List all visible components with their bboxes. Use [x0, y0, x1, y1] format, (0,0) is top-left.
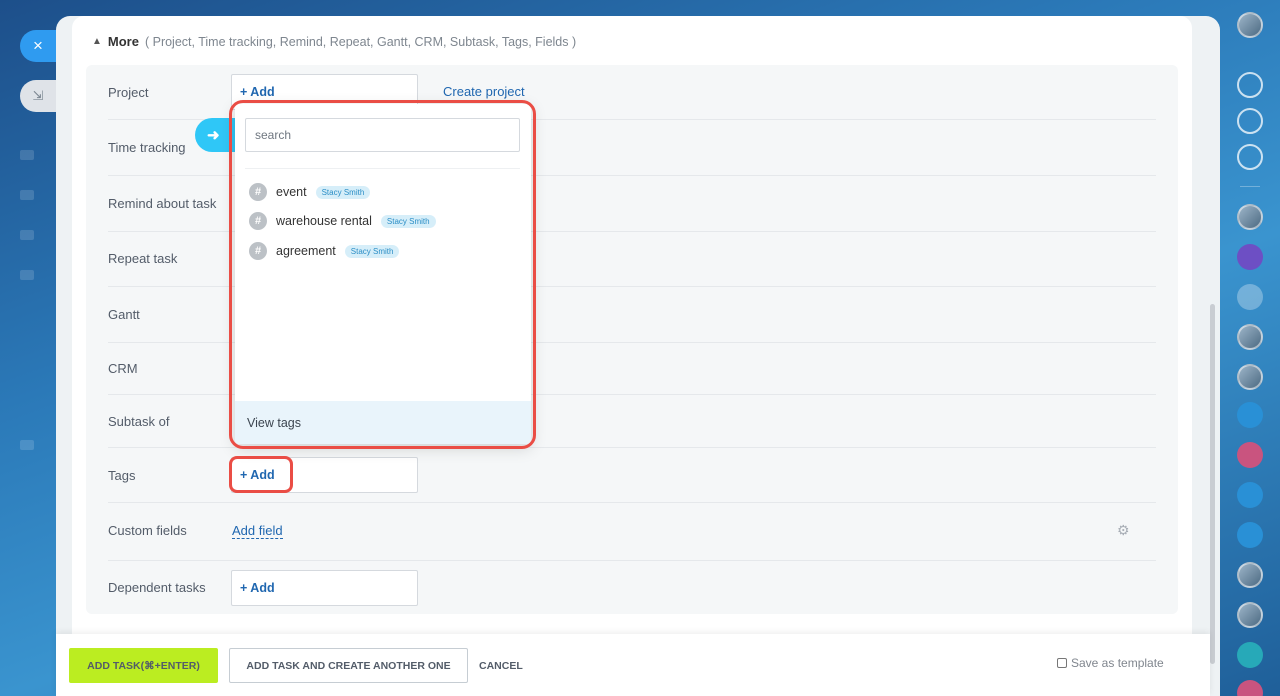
custom-fields-label: Custom fields [108, 523, 187, 538]
save-template-checkbox[interactable] [1057, 658, 1067, 668]
create-project-link[interactable]: Create project [443, 84, 525, 99]
contact-avatar[interactable] [1237, 324, 1263, 350]
right-rail [1220, 0, 1280, 696]
add-tag-highlight [229, 456, 293, 493]
add-and-create-another-button[interactable]: ADD TASK AND CREATE ANOTHER ONE [229, 648, 468, 683]
contact-avatar[interactable] [1237, 204, 1263, 230]
minimize-icon: ⇲ [32, 88, 44, 103]
close-button[interactable]: × [20, 30, 56, 62]
more-subtitle: ( Project, Time tracking, Remind, Repeat… [144, 34, 577, 49]
cancel-button[interactable]: CANCEL [479, 648, 523, 683]
contact-avatar[interactable] [1237, 562, 1263, 588]
rail-icon [20, 440, 34, 450]
bookmark-icon[interactable] [1237, 522, 1263, 548]
divider [108, 560, 1156, 561]
add-task-button[interactable]: ADD TASK(⌘+ENTER) [69, 648, 218, 683]
chat-icon[interactable] [1237, 642, 1263, 668]
group-icon[interactable] [1237, 442, 1263, 468]
contact-avatar[interactable] [1237, 602, 1263, 628]
task-icon[interactable] [1237, 284, 1263, 310]
minimize-button[interactable]: ⇲ [20, 80, 56, 112]
remind-label: Remind about task [108, 196, 217, 211]
time-tracking-label: Time tracking [108, 140, 186, 155]
group-icon[interactable] [1237, 680, 1263, 696]
target-icon[interactable] [1237, 108, 1263, 134]
mail-icon[interactable] [1237, 402, 1263, 428]
contact-avatar[interactable] [1237, 364, 1263, 390]
left-rail: × ⇲ [0, 0, 56, 696]
rail-icon [20, 190, 34, 200]
group-icon[interactable] [1237, 482, 1263, 508]
chat-icon[interactable] [1237, 144, 1263, 170]
dependent-add-button[interactable]: + Add [231, 570, 418, 606]
chevron-up-icon: ▲ [92, 36, 102, 47]
user-avatar[interactable] [1237, 12, 1263, 38]
more-label: More [107, 34, 139, 49]
rail-icon [20, 270, 34, 280]
divider [1240, 186, 1260, 187]
popup-highlight [229, 100, 536, 449]
more-toggle[interactable]: ▲ More ( Project, Time tracking, Remind,… [92, 34, 576, 49]
dependent-tasks-label: Dependent tasks [108, 580, 206, 595]
tags-label: Tags [108, 468, 136, 483]
gantt-label: Gantt [108, 307, 140, 322]
rail-icon [20, 150, 34, 160]
project-label: Project [108, 85, 149, 100]
rail-icon [20, 230, 34, 240]
save-as-template[interactable]: Save as template [1057, 656, 1164, 670]
subtask-label: Subtask of [108, 414, 170, 429]
add-field-link[interactable]: Add field [232, 523, 283, 539]
scrollbar[interactable] [1210, 304, 1215, 664]
close-icon: × [33, 36, 43, 55]
footer-bar: ADD TASK(⌘+ENTER) ADD TASK AND CREATE AN… [56, 634, 1210, 696]
save-template-label: Save as template [1071, 656, 1164, 670]
divider [108, 502, 1156, 503]
repeat-label: Repeat task [108, 251, 178, 266]
gear-icon[interactable]: ⚙ [1117, 522, 1130, 539]
bell-icon[interactable] [1237, 72, 1263, 98]
open-channel-icon[interactable] [1237, 244, 1263, 270]
crm-label: CRM [108, 361, 138, 376]
